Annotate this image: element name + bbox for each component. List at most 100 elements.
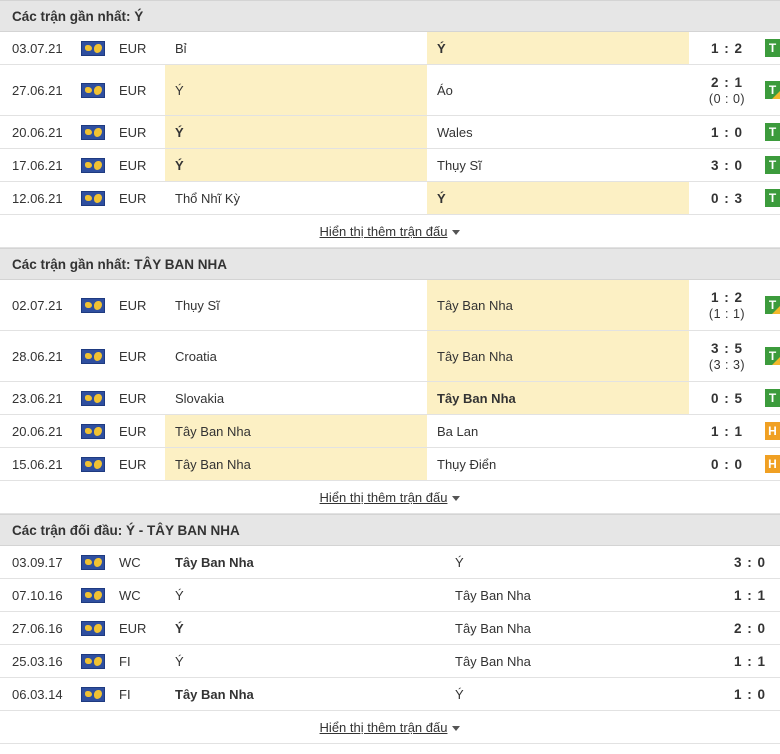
world-flag-icon	[81, 331, 117, 381]
home-team: Tây Ban Nha	[165, 415, 427, 447]
home-team: Croatia	[175, 348, 217, 364]
match-row[interactable]: 03.09.17 WC Tây Ban Nha Ý 3 : 0	[0, 546, 780, 579]
match-date: 20.06.21	[12, 423, 63, 439]
home-team: Ý	[175, 587, 184, 603]
match-date: 28.06.21	[12, 348, 63, 364]
match-date: 25.03.16	[12, 653, 63, 669]
score: 0 : 0	[710, 456, 743, 472]
result-badge: T	[765, 189, 780, 207]
away-team: Wales	[437, 124, 473, 140]
away-team: Ý	[427, 182, 689, 214]
home-team: Ý	[165, 65, 427, 115]
section-italy-recent: Các trận gần nhất: Ý 03.07.21 EUR Bỉ Ý 1…	[0, 0, 780, 248]
home-team: Slovakia	[175, 390, 225, 406]
caret-down-icon	[452, 725, 461, 731]
score: 1 : 2 (1 : 1)	[708, 289, 746, 321]
result-badge: T	[765, 81, 780, 99]
score: 2 : 0	[733, 620, 766, 636]
caret-down-icon	[452, 495, 461, 501]
world-flag-icon	[81, 116, 117, 148]
result-badge-cell: T	[765, 116, 780, 148]
show-more-link[interactable]: Hiển thị thêm trận đấu	[320, 224, 461, 239]
show-more: Hiển thị thêm trận đấu	[0, 481, 780, 514]
competition: EUR	[119, 190, 147, 206]
match-row[interactable]: 25.03.16 FI Ý Tây Ban Nha 1 : 1	[0, 645, 780, 678]
result-badge: T	[765, 296, 780, 314]
match-date: 03.07.21	[12, 40, 63, 56]
away-team: Thụy Sĩ	[437, 157, 482, 173]
score: 0 : 3	[710, 190, 743, 206]
match-row[interactable]: 28.06.21 EUR Croatia Tây Ban Nha 3 : 5 (3…	[0, 331, 780, 382]
world-flag-icon	[81, 678, 117, 710]
match-row[interactable]: 17.06.21 EUR Ý Thụy Sĩ 3 : 0 T	[0, 149, 780, 182]
show-more: Hiển thị thêm trận đấu	[0, 215, 780, 248]
match-date: 03.09.17	[12, 554, 63, 570]
result-badge: T	[765, 123, 780, 141]
section-spain-recent: Các trận gần nhất: TÂY BAN NHA 02.07.21 …	[0, 248, 780, 514]
competition: FI	[119, 686, 131, 702]
match-date: 27.06.16	[12, 620, 63, 636]
score: 1 : 1	[733, 587, 766, 603]
away-team: Ba Lan	[437, 423, 479, 439]
match-date: 12.06.21	[12, 190, 63, 206]
home-team: Ý	[165, 149, 427, 181]
show-more-link[interactable]: Hiển thị thêm trận đấu	[320, 720, 461, 735]
home-team: Tây Ban Nha	[175, 686, 254, 702]
match-row[interactable]: 23.06.21 EUR Slovakia Tây Ban Nha 0 : 5 …	[0, 382, 780, 415]
match-row[interactable]: 03.07.21 EUR Bỉ Ý 1 : 2 T	[0, 32, 780, 65]
show-more: Hiển thị thêm trận đấu	[0, 711, 780, 744]
score: 1 : 2	[710, 40, 743, 56]
result-badge-cell: T	[765, 382, 780, 414]
home-team: Bỉ	[175, 40, 187, 56]
score: 1 : 0	[710, 124, 743, 140]
competition: EUR	[119, 40, 147, 56]
match-row[interactable]: 06.03.14 FI Tây Ban Nha Ý 1 : 0	[0, 678, 780, 711]
world-flag-icon	[81, 546, 117, 578]
match-date: 17.06.21	[12, 157, 63, 173]
show-more-link[interactable]: Hiển thị thêm trận đấu	[320, 490, 461, 505]
home-team: Thụy Sĩ	[175, 297, 220, 313]
result-badge: T	[765, 39, 780, 57]
world-flag-icon	[81, 579, 117, 611]
away-team: Tây Ban Nha	[455, 587, 531, 603]
world-flag-icon	[81, 149, 117, 181]
away-team: Tây Ban Nha	[455, 653, 531, 669]
result-badge: H	[765, 455, 780, 473]
match-row[interactable]: 02.07.21 EUR Thụy Sĩ Tây Ban Nha 1 : 2 (1…	[0, 280, 780, 331]
result-badge: T	[765, 156, 780, 174]
match-row[interactable]: 27.06.16 EUR Ý Tây Ban Nha 2 : 0	[0, 612, 780, 645]
result-badge: H	[765, 422, 780, 440]
match-date: 02.07.21	[12, 297, 63, 313]
result-badge-cell: H	[765, 415, 780, 447]
result-badge-cell: H	[765, 448, 780, 480]
result-badge-cell: T	[765, 331, 780, 381]
score: 3 : 0	[710, 157, 743, 173]
section-head-to-head: Các trận đối đầu: Ý - TÂY BAN NHA 03.09.…	[0, 514, 780, 744]
competition: WC	[119, 587, 141, 603]
world-flag-icon	[81, 612, 117, 644]
score: 2 : 1 (0 : 0)	[708, 74, 746, 106]
home-team: Ý	[175, 653, 184, 669]
home-team: Ý	[175, 620, 184, 636]
caret-down-icon	[452, 229, 461, 235]
competition: EUR	[119, 456, 147, 472]
match-row[interactable]: 27.06.21 EUR Ý Áo 2 : 1 (0 : 0) T	[0, 65, 780, 116]
result-badge: T	[765, 347, 780, 365]
score: 1 : 1	[733, 653, 766, 669]
competition: EUR	[119, 620, 147, 636]
match-row[interactable]: 12.06.21 EUR Thổ Nhĩ Kỳ Ý 0 : 3 T	[0, 182, 780, 215]
result-badge-cell: T	[765, 65, 780, 115]
match-row[interactable]: 20.06.21 EUR Tây Ban Nha Ba Lan 1 : 1 H	[0, 415, 780, 448]
away-team: Tây Ban Nha	[427, 280, 689, 330]
away-team: Ý	[427, 32, 689, 64]
competition: EUR	[119, 157, 147, 173]
match-date: 15.06.21	[12, 456, 63, 472]
match-row[interactable]: 15.06.21 EUR Tây Ban Nha Thụy Điển 0 : 0…	[0, 448, 780, 481]
world-flag-icon	[81, 645, 117, 677]
world-flag-icon	[81, 182, 117, 214]
score: 1 : 1	[710, 423, 743, 439]
match-row[interactable]: 07.10.16 WC Ý Tây Ban Nha 1 : 1	[0, 579, 780, 612]
result-badge-cell: T	[765, 182, 780, 214]
match-date: 23.06.21	[12, 390, 63, 406]
match-row[interactable]: 20.06.21 EUR Ý Wales 1 : 0 T	[0, 116, 780, 149]
